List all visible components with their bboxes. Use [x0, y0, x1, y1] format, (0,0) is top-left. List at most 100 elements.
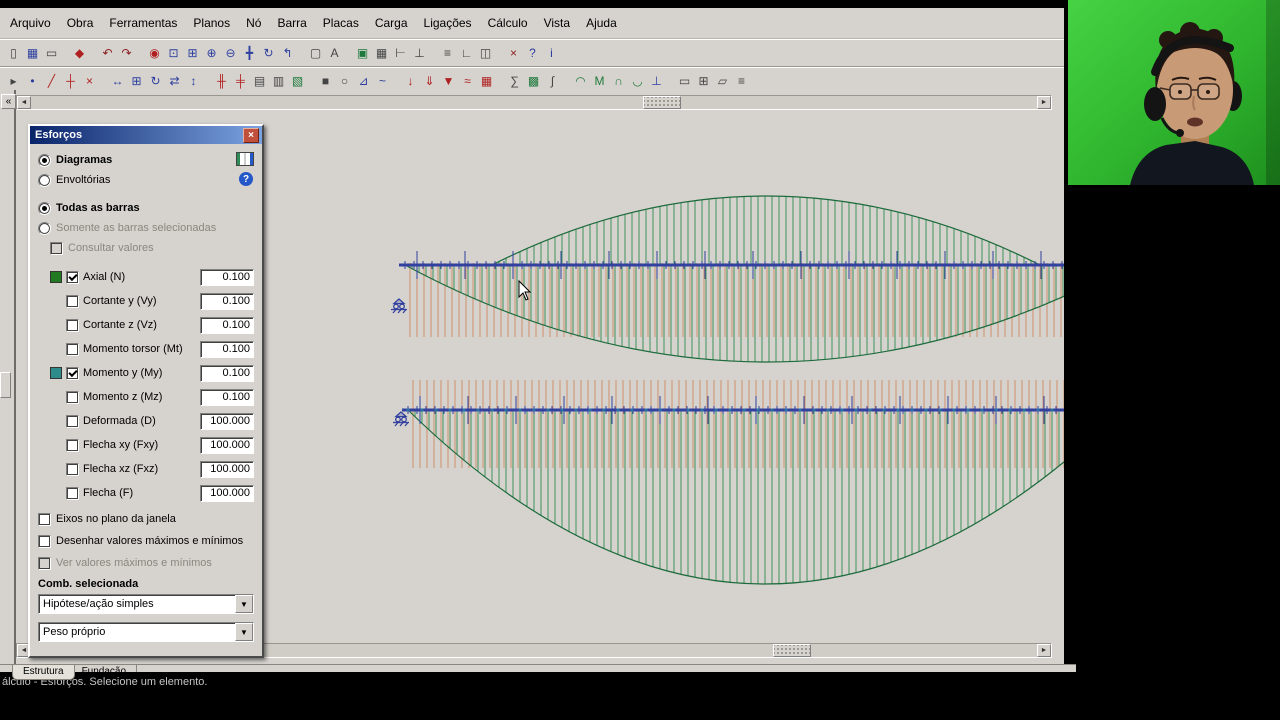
force-checkbox[interactable] — [66, 342, 79, 356]
info-icon[interactable]: i — [542, 43, 561, 63]
print-preview-icon[interactable]: ◫ — [476, 43, 495, 63]
menu-item-ajuda[interactable]: Ajuda — [578, 13, 625, 33]
pan-icon[interactable]: ╋ — [240, 43, 259, 63]
search-icon[interactable]: ◉ — [145, 43, 164, 63]
divide-bar-icon[interactable]: ╫ — [212, 71, 231, 91]
node-icon[interactable]: • — [23, 71, 42, 91]
dialog-titlebar[interactable]: Esforços × — [30, 126, 262, 144]
delete-icon[interactable]: × — [80, 71, 99, 91]
force-checkbox[interactable] — [66, 390, 79, 404]
menu-item-barra[interactable]: Barra — [269, 13, 314, 33]
zoom-out-icon[interactable]: ⊖ — [221, 43, 240, 63]
temperature-icon[interactable]: ≈ — [458, 71, 477, 91]
force-checkbox[interactable] — [66, 438, 79, 452]
help-icon[interactable]: ? — [239, 172, 253, 186]
window-select-icon[interactable]: ▢ — [306, 43, 325, 63]
redo-icon[interactable]: ↷ — [117, 43, 136, 63]
bar-icon[interactable]: ╱ — [42, 71, 61, 91]
menu-item-obra[interactable]: Obra — [59, 13, 102, 33]
force-checkbox[interactable] — [66, 462, 79, 476]
chevron-down-icon[interactable]: ▼ — [235, 595, 253, 613]
scrollbar-thumb[interactable] — [773, 644, 811, 657]
section-icon[interactable]: ▥ — [269, 71, 288, 91]
undo-icon[interactable]: ↶ — [98, 43, 117, 63]
book-icon[interactable] — [236, 152, 254, 166]
image-icon[interactable]: ▣ — [353, 43, 372, 63]
force-checkbox[interactable] — [66, 294, 79, 308]
force-checkbox[interactable] — [66, 270, 79, 284]
copy-icon[interactable]: ⊞ — [127, 71, 146, 91]
tab-estrutura[interactable]: Estrutura — [12, 665, 75, 680]
collapse-panel-button[interactable]: « — [1, 94, 16, 109]
mesh-icon[interactable]: ▩ — [524, 71, 543, 91]
scrollbar-thumb[interactable] — [643, 96, 681, 109]
close-icon[interactable]: × — [243, 127, 259, 143]
config-icon[interactable]: × — [504, 43, 523, 63]
coordinates-icon[interactable]: ⊥ — [410, 43, 429, 63]
print-icon[interactable]: ▭ — [42, 43, 61, 63]
peso-proprio-combo[interactable]: Peso próprio ▼ — [38, 622, 254, 642]
top-scrollbar[interactable]: ◄ ► — [16, 95, 1052, 110]
rigid-node-icon[interactable]: ■ — [316, 71, 335, 91]
deformed-icon[interactable]: ◡ — [628, 71, 647, 91]
app-logo-icon[interactable]: ◆ — [70, 43, 89, 63]
new-icon[interactable]: ▯ — [4, 43, 23, 63]
force-checkbox[interactable] — [66, 414, 79, 428]
drawing-icon[interactable]: ▱ — [713, 71, 732, 91]
force-scale-input[interactable]: 0.100 — [200, 292, 254, 310]
envoltorias-radio[interactable] — [38, 173, 51, 187]
diagramas-radio[interactable] — [38, 153, 51, 167]
redraw-icon[interactable]: ↻ — [259, 43, 278, 63]
point-load-icon[interactable]: ↓ — [401, 71, 420, 91]
grid-icon[interactable]: ▦ — [372, 43, 391, 63]
diagram-icon[interactable]: M — [590, 71, 609, 91]
desenhar-maximos-checkbox[interactable] — [38, 534, 51, 548]
text-icon[interactable]: A — [325, 43, 344, 63]
results-icon[interactable]: ◠ — [571, 71, 590, 91]
reactions-icon[interactable]: ⊥ — [647, 71, 666, 91]
report-icon[interactable]: ▭ — [675, 71, 694, 91]
menu-item-vista[interactable]: Vista — [536, 13, 578, 33]
force-scale-input[interactable]: 0.100 — [200, 388, 254, 406]
side-panel-handle[interactable] — [0, 372, 11, 398]
force-scale-input[interactable]: 100.000 — [200, 436, 254, 454]
scroll-right-icon[interactable]: ► — [1037, 644, 1051, 657]
rotate-icon[interactable]: ↻ — [146, 71, 165, 91]
menu-item-ligações[interactable]: Ligações — [416, 13, 480, 33]
menu-item-arquivo[interactable]: Arquivo — [2, 13, 59, 33]
move-icon[interactable]: ↔ — [108, 71, 127, 91]
mirror-icon[interactable]: ⇄ — [165, 71, 184, 91]
todas-as-barras-radio[interactable] — [38, 201, 51, 215]
chevron-down-icon[interactable]: ▼ — [235, 623, 253, 641]
elastic-support-icon[interactable]: ~ — [373, 71, 392, 91]
force-scale-input[interactable]: 0.100 — [200, 316, 254, 334]
scroll-right-icon[interactable]: ► — [1037, 96, 1051, 109]
hipotese-combo[interactable]: Hipótese/ação simples ▼ — [38, 594, 254, 614]
zoom-in-icon[interactable]: ⊕ — [202, 43, 221, 63]
menu-item-nó[interactable]: Nó — [238, 13, 269, 33]
force-scale-input[interactable]: 100.000 — [200, 460, 254, 478]
force-scale-input[interactable]: 0.100 — [200, 364, 254, 382]
bar-props-icon[interactable]: ▤ — [250, 71, 269, 91]
stretch-icon[interactable]: ↕ — [184, 71, 203, 91]
linear-load-icon[interactable]: ⇓ — [420, 71, 439, 91]
envelope-icon[interactable]: ∩ — [609, 71, 628, 91]
help-icon[interactable]: ? — [523, 43, 542, 63]
material-icon[interactable]: ▧ — [288, 71, 307, 91]
layers-icon[interactable]: ≡ — [438, 43, 457, 63]
ruler-icon[interactable]: ⊢ — [391, 43, 410, 63]
menu-item-carga[interactable]: Carga — [367, 13, 416, 33]
scroll-left-icon[interactable]: ◄ — [17, 96, 31, 109]
select-icon[interactable]: ▸ — [4, 71, 23, 91]
force-scale-input[interactable]: 100.000 — [200, 484, 254, 502]
zoom-window-icon[interactable]: ⊡ — [164, 43, 183, 63]
combination-icon[interactable]: ∑ — [505, 71, 524, 91]
new-bar-icon[interactable]: ┼ — [61, 71, 80, 91]
hinge-icon[interactable]: ○ — [335, 71, 354, 91]
menu-item-ferramentas[interactable]: Ferramentas — [101, 13, 185, 33]
force-checkbox[interactable] — [66, 318, 79, 332]
options-icon[interactable]: ≡ — [732, 71, 751, 91]
menu-item-placas[interactable]: Placas — [315, 13, 367, 33]
load-case-icon[interactable]: ▦ — [477, 71, 496, 91]
menu-item-cálculo[interactable]: Cálculo — [480, 13, 536, 33]
